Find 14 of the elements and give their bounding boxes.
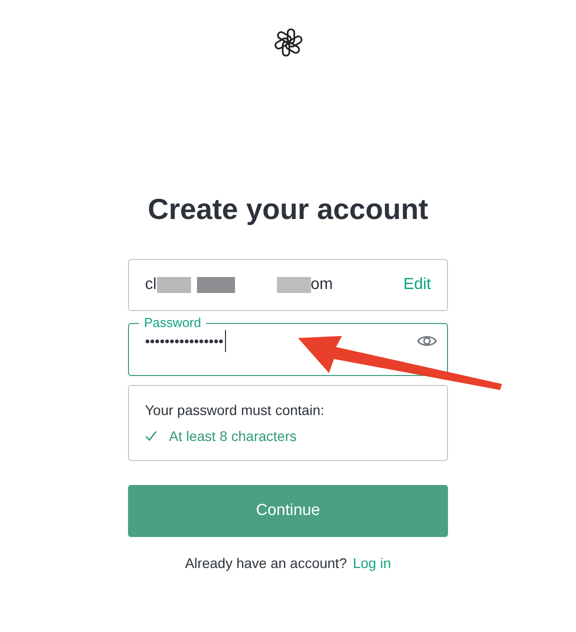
edit-link[interactable]: Edit — [403, 276, 431, 294]
eye-icon[interactable] — [417, 334, 437, 348]
continue-button[interactable]: Continue — [128, 485, 448, 537]
password-label: Password — [143, 316, 202, 330]
logo-icon — [272, 26, 304, 59]
redaction-mark — [276, 277, 311, 293]
requirement-text: At least 8 characters — [169, 428, 297, 444]
login-prompt: Already have an account? — [184, 555, 347, 571]
password-value: •••••••••••••••• — [145, 333, 224, 349]
requirements-heading: Your password must contain: — [145, 402, 326, 418]
email-field[interactable]: cl om Edit — [128, 259, 448, 311]
redaction-mark — [196, 277, 235, 293]
page-title: Create your account — [148, 193, 428, 227]
login-link[interactable]: Log in — [352, 555, 392, 571]
